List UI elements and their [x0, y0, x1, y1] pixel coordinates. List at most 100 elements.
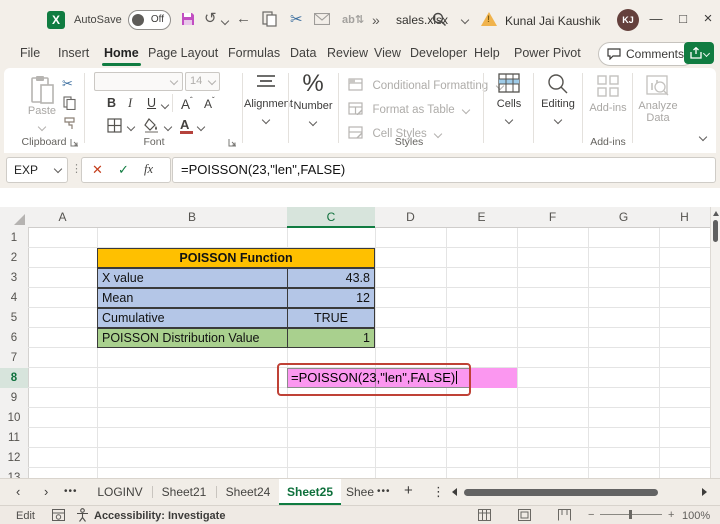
accessibility-status[interactable]: Accessibility: Investigate	[94, 510, 225, 522]
tab-page-layout[interactable]: Page Layout	[146, 43, 220, 63]
column-header-a[interactable]: A	[28, 207, 98, 228]
italic-button[interactable]: I	[128, 96, 132, 111]
send-attachment-icon[interactable]	[314, 13, 330, 25]
row-header-13[interactable]: 13	[0, 468, 29, 478]
cells-button[interactable]: Cells	[488, 73, 530, 128]
enter-icon[interactable]: ✓	[118, 162, 129, 178]
tab-formulas[interactable]: Formulas	[226, 43, 282, 63]
tab-data[interactable]: Data	[288, 43, 318, 63]
undo-icon[interactable]: ↺	[204, 11, 217, 27]
table-row-label[interactable]: Mean	[97, 288, 288, 308]
format-painter-icon[interactable]	[63, 116, 77, 130]
column-header-f[interactable]: F	[517, 207, 589, 228]
sheet-options-icon[interactable]: ⋮	[432, 484, 445, 500]
autosave-toggle[interactable]: Off	[128, 10, 171, 30]
add-ins-button[interactable]: Add-ins	[586, 75, 630, 114]
font-name-select[interactable]	[94, 72, 183, 91]
table-row-value[interactable]: 12	[287, 288, 375, 308]
sheet-tab-sheet21[interactable]: Sheet21	[156, 479, 212, 505]
column-header-d[interactable]: D	[375, 207, 447, 228]
minimize-button[interactable]: —	[645, 8, 667, 30]
table-row-value[interactable]: 1	[287, 328, 375, 348]
row-header-4[interactable]: 4	[0, 288, 29, 309]
zoom-in-icon[interactable]: +	[668, 509, 674, 521]
decrease-font-button[interactable]: Aˇ	[204, 96, 215, 111]
user-name[interactable]: Kunal Jai Kaushik	[505, 14, 600, 28]
scroll-up-icon[interactable]	[713, 211, 719, 216]
editing-button[interactable]: Editing	[536, 73, 580, 128]
filename-dropdown-icon[interactable]	[461, 16, 469, 24]
format-as-table-button[interactable]: Format as Table	[348, 100, 469, 118]
underline-button[interactable]: U	[147, 96, 156, 110]
borders-icon[interactable]	[107, 118, 122, 133]
number-button[interactable]: % Number	[290, 70, 336, 130]
translate-icon[interactable]: ab⇅	[342, 13, 364, 26]
tab-help[interactable]: Help	[472, 43, 502, 63]
copy-icon[interactable]	[262, 11, 277, 27]
font-dialog-launcher-icon[interactable]	[228, 138, 238, 148]
table-row-label[interactable]: X value	[97, 268, 288, 288]
select-all-corner[interactable]	[0, 207, 29, 229]
page-layout-view-icon[interactable]	[518, 509, 531, 521]
horizontal-scroll-thumb[interactable]	[464, 489, 658, 496]
cut-icon[interactable]: ✂	[62, 76, 73, 92]
cut-icon[interactable]: ✂	[290, 10, 303, 28]
sheet-tab-partial[interactable]: Shee	[345, 479, 375, 505]
macro-record-icon[interactable]	[52, 509, 65, 521]
back-arrow-icon[interactable]: ←	[236, 11, 251, 27]
tab-home[interactable]: Home	[102, 43, 141, 63]
sheet-tab-sheet25[interactable]: Sheet25	[279, 479, 341, 505]
collapse-ribbon-icon[interactable]	[699, 133, 707, 141]
tab-file[interactable]: File	[18, 43, 42, 63]
column-header-b[interactable]: B	[97, 207, 288, 228]
row-header-12[interactable]: 12	[0, 448, 29, 469]
prev-sheet-icon[interactable]: ‹	[16, 484, 20, 499]
maximize-button[interactable]: □	[672, 8, 694, 30]
table-row-value[interactable]: 43.8	[287, 268, 375, 288]
paste-button[interactable]: Paste	[22, 75, 62, 135]
avatar[interactable]: KJ	[617, 9, 639, 31]
row-header-5[interactable]: 5	[0, 308, 29, 329]
formula-input[interactable]: =POISSON(23,"len",FALSE)	[172, 157, 716, 183]
fill-color-dropdown-icon[interactable]	[164, 123, 172, 131]
toolbar-overflow-icon[interactable]: »	[372, 12, 380, 28]
accessibility-icon[interactable]	[76, 508, 89, 522]
share-button[interactable]	[684, 42, 714, 64]
font-size-select[interactable]: 14	[185, 72, 220, 91]
tab-review[interactable]: Review	[325, 43, 370, 63]
page-break-view-icon[interactable]	[558, 509, 571, 521]
table-row-label[interactable]: POISSON Distribution Value	[97, 328, 288, 348]
insert-function-icon[interactable]: fx	[144, 162, 153, 177]
column-header-c[interactable]: C	[287, 207, 376, 228]
hscroll-right-icon[interactable]	[702, 488, 707, 496]
more-sheets-icon[interactable]: •••	[377, 486, 391, 497]
hscroll-left-icon[interactable]	[452, 488, 457, 496]
row-header-7[interactable]: 7	[0, 348, 29, 369]
new-sheet-icon[interactable]: +	[404, 482, 413, 499]
sheet-tab-sheet24[interactable]: Sheet24	[220, 479, 276, 505]
row-header-9[interactable]: 9	[0, 388, 29, 409]
next-sheet-icon[interactable]: ›	[44, 484, 48, 499]
cancel-icon[interactable]: ✕	[92, 162, 103, 178]
normal-view-icon[interactable]	[478, 509, 491, 521]
row-header-1[interactable]: 1	[0, 228, 29, 249]
close-button[interactable]: ×	[697, 8, 719, 30]
vertical-scrollbar[interactable]	[710, 207, 720, 478]
conditional-formatting-button[interactable]: Conditional Formatting	[348, 76, 503, 94]
tab-developer[interactable]: Developer	[408, 43, 469, 63]
row-header-8[interactable]: 8	[0, 368, 29, 389]
increase-font-button[interactable]: Aˆ	[181, 96, 193, 112]
copy-icon[interactable]	[63, 96, 76, 110]
zoom-out-icon[interactable]: −	[588, 509, 594, 521]
tab-insert[interactable]: Insert	[56, 43, 91, 63]
column-header-h[interactable]: H	[659, 207, 711, 228]
row-header-3[interactable]: 3	[0, 268, 29, 289]
bold-button[interactable]: B	[107, 96, 116, 110]
column-header-e[interactable]: E	[446, 207, 518, 228]
tab-power-pivot[interactable]: Power Pivot	[512, 43, 583, 63]
name-box[interactable]: EXP	[6, 157, 68, 183]
zoom-slider-thumb[interactable]	[629, 510, 632, 519]
font-color-icon[interactable]: A	[180, 117, 193, 134]
undo-dropdown-icon[interactable]	[221, 17, 229, 25]
spreadsheet-grid[interactable]: A B C D E F G H 1 2 3 4 5 6 7 8 9 10 11 …	[0, 207, 720, 478]
